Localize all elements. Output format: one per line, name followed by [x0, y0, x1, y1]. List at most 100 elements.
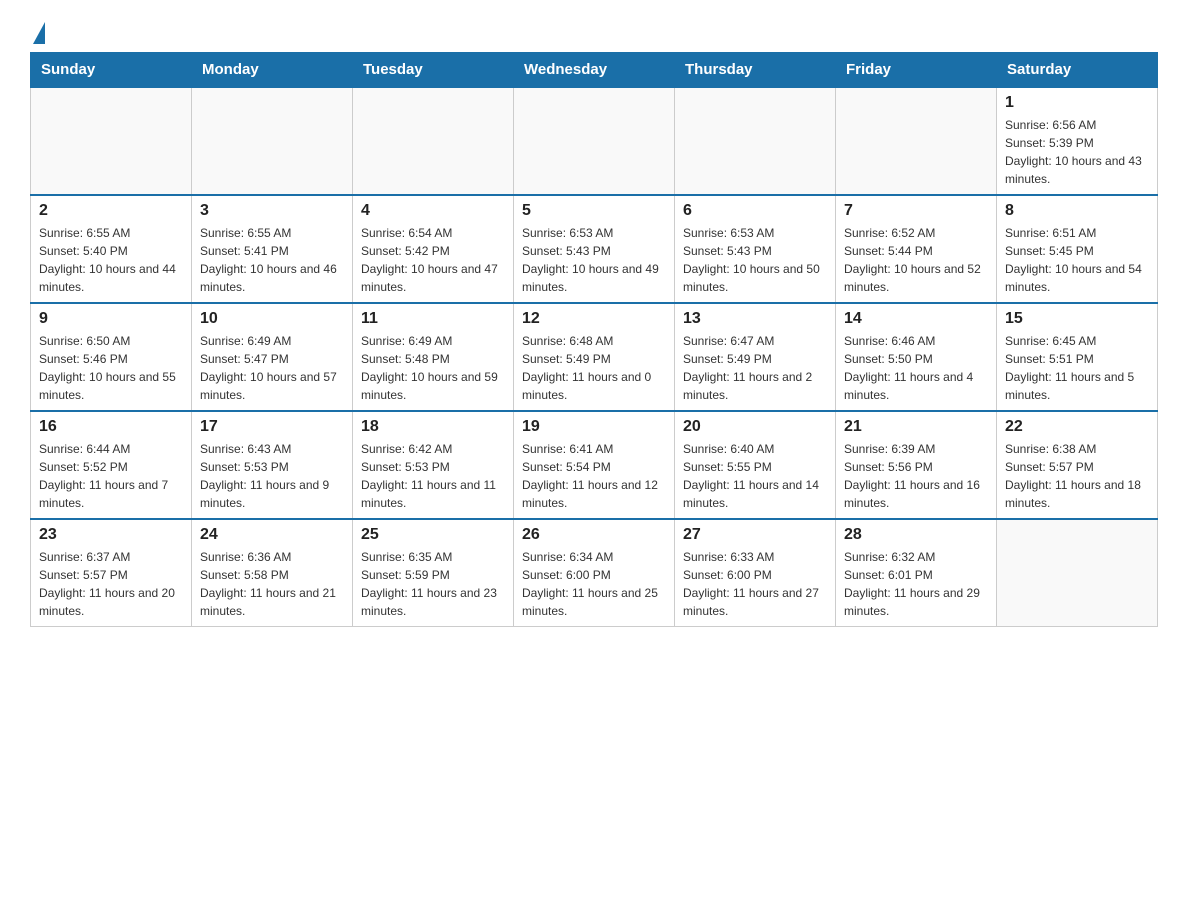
- calendar-cell: 21Sunrise: 6:39 AM Sunset: 5:56 PM Dayli…: [836, 411, 997, 519]
- day-info: Sunrise: 6:41 AM Sunset: 5:54 PM Dayligh…: [522, 440, 666, 512]
- day-info: Sunrise: 6:36 AM Sunset: 5:58 PM Dayligh…: [200, 548, 344, 620]
- day-number: 4: [361, 202, 505, 220]
- day-info: Sunrise: 6:35 AM Sunset: 5:59 PM Dayligh…: [361, 548, 505, 620]
- day-number: 22: [1005, 418, 1149, 436]
- calendar-cell: [836, 87, 997, 195]
- column-header-tuesday: Tuesday: [353, 53, 514, 88]
- calendar-cell: 27 Sunrise: 6:33 AM Sunset: 6:00 PM Dayli…: [675, 519, 836, 627]
- day-number: 1: [1005, 94, 1149, 112]
- calendar-cell: 23 Sunrise: 6:37 AM Sunset: 5:57 PM Dayli…: [31, 519, 192, 627]
- day-number: 9: [39, 310, 183, 328]
- calendar-cell: 5Sunrise: 6:53 AM Sunset: 5:43 PM Daylig…: [514, 195, 675, 303]
- calendar-cell: 10 Sunrise: 6:49 AM Sunset: 5:47 PM Dayli…: [192, 303, 353, 411]
- day-info: Sunrise: 6:32 AM Sunset: 6:01 PM Dayligh…: [844, 548, 988, 620]
- day-number: 12: [522, 310, 666, 328]
- day-info: Sunrise: 6:38 AM Sunset: 5:57 PM Dayligh…: [1005, 440, 1149, 512]
- day-info: Sunrise: 6:33 AM Sunset: 6:00 PM Dayligh…: [683, 548, 827, 620]
- day-number: 7: [844, 202, 988, 220]
- day-number: 15: [1005, 310, 1149, 328]
- day-info: Sunrise: 6:34 AM Sunset: 6:00 PM Dayligh…: [522, 548, 666, 620]
- day-info: Sunrise: 6:50 AM Sunset: 5:46 PM Dayligh…: [39, 332, 183, 404]
- calendar-cell: 8 Sunrise: 6:51 AM Sunset: 5:45 PM Daylig…: [997, 195, 1158, 303]
- day-number: 8: [1005, 202, 1149, 220]
- day-number: 27: [683, 526, 827, 544]
- day-number: 25: [361, 526, 505, 544]
- calendar-cell: 3 Sunrise: 6:55 AM Sunset: 5:41 PM Daylig…: [192, 195, 353, 303]
- week-row-5: 23 Sunrise: 6:37 AM Sunset: 5:57 PM Dayli…: [31, 519, 1158, 627]
- day-info: Sunrise: 6:53 AM Sunset: 5:43 PM Dayligh…: [522, 224, 666, 296]
- day-number: 21: [844, 418, 988, 436]
- calendar-cell: [31, 87, 192, 195]
- calendar-cell: 24 Sunrise: 6:36 AM Sunset: 5:58 PM Dayli…: [192, 519, 353, 627]
- week-row-1: 1 Sunrise: 6:56 AM Sunset: 5:39 PM Daylig…: [31, 87, 1158, 195]
- page-header: [30, 20, 1158, 42]
- calendar-cell: [997, 519, 1158, 627]
- week-row-3: 9 Sunrise: 6:50 AM Sunset: 5:46 PM Daylig…: [31, 303, 1158, 411]
- day-number: 18: [361, 418, 505, 436]
- calendar-cell: 28 Sunrise: 6:32 AM Sunset: 6:01 PM Dayli…: [836, 519, 997, 627]
- logo: [30, 20, 45, 42]
- day-info: Sunrise: 6:48 AM Sunset: 5:49 PM Dayligh…: [522, 332, 666, 404]
- day-number: 11: [361, 310, 505, 328]
- calendar-cell: 16 Sunrise: 6:44 AM Sunset: 5:52 PM Dayli…: [31, 411, 192, 519]
- calendar-cell: 13Sunrise: 6:47 AM Sunset: 5:49 PM Dayli…: [675, 303, 836, 411]
- calendar-cell: 2 Sunrise: 6:55 AM Sunset: 5:40 PM Daylig…: [31, 195, 192, 303]
- calendar-cell: 11 Sunrise: 6:49 AM Sunset: 5:48 PM Dayli…: [353, 303, 514, 411]
- calendar-table: SundayMondayTuesdayWednesdayThursdayFrid…: [30, 52, 1158, 627]
- day-info: Sunrise: 6:45 AM Sunset: 5:51 PM Dayligh…: [1005, 332, 1149, 404]
- calendar-cell: 17 Sunrise: 6:43 AM Sunset: 5:53 PM Dayli…: [192, 411, 353, 519]
- calendar-cell: [192, 87, 353, 195]
- day-number: 6: [683, 202, 827, 220]
- day-info: Sunrise: 6:49 AM Sunset: 5:48 PM Dayligh…: [361, 332, 505, 404]
- day-number: 28: [844, 526, 988, 544]
- calendar-cell: 7Sunrise: 6:52 AM Sunset: 5:44 PM Daylig…: [836, 195, 997, 303]
- day-info: Sunrise: 6:46 AM Sunset: 5:50 PM Dayligh…: [844, 332, 988, 404]
- column-header-saturday: Saturday: [997, 53, 1158, 88]
- column-header-friday: Friday: [836, 53, 997, 88]
- calendar-cell: 9 Sunrise: 6:50 AM Sunset: 5:46 PM Daylig…: [31, 303, 192, 411]
- day-number: 24: [200, 526, 344, 544]
- calendar-cell: 19 Sunrise: 6:41 AM Sunset: 5:54 PM Dayli…: [514, 411, 675, 519]
- calendar-cell: [514, 87, 675, 195]
- day-number: 19: [522, 418, 666, 436]
- column-header-sunday: Sunday: [31, 53, 192, 88]
- calendar-cell: 15 Sunrise: 6:45 AM Sunset: 5:51 PM Dayli…: [997, 303, 1158, 411]
- column-header-monday: Monday: [192, 53, 353, 88]
- day-number: 23: [39, 526, 183, 544]
- column-header-thursday: Thursday: [675, 53, 836, 88]
- calendar-cell: 12 Sunrise: 6:48 AM Sunset: 5:49 PM Dayli…: [514, 303, 675, 411]
- calendar-cell: [353, 87, 514, 195]
- day-info: Sunrise: 6:49 AM Sunset: 5:47 PM Dayligh…: [200, 332, 344, 404]
- day-info: Sunrise: 6:43 AM Sunset: 5:53 PM Dayligh…: [200, 440, 344, 512]
- day-info: Sunrise: 6:40 AM Sunset: 5:55 PM Dayligh…: [683, 440, 827, 512]
- day-info: Sunrise: 6:53 AM Sunset: 5:43 PM Dayligh…: [683, 224, 827, 296]
- week-row-2: 2 Sunrise: 6:55 AM Sunset: 5:40 PM Daylig…: [31, 195, 1158, 303]
- column-header-wednesday: Wednesday: [514, 53, 675, 88]
- day-info: Sunrise: 6:54 AM Sunset: 5:42 PM Dayligh…: [361, 224, 505, 296]
- day-info: Sunrise: 6:56 AM Sunset: 5:39 PM Dayligh…: [1005, 116, 1149, 188]
- week-row-4: 16 Sunrise: 6:44 AM Sunset: 5:52 PM Dayli…: [31, 411, 1158, 519]
- day-info: Sunrise: 6:44 AM Sunset: 5:52 PM Dayligh…: [39, 440, 183, 512]
- day-number: 10: [200, 310, 344, 328]
- day-number: 2: [39, 202, 183, 220]
- calendar-cell: 26 Sunrise: 6:34 AM Sunset: 6:00 PM Dayli…: [514, 519, 675, 627]
- calendar-cell: 6 Sunrise: 6:53 AM Sunset: 5:43 PM Daylig…: [675, 195, 836, 303]
- day-info: Sunrise: 6:55 AM Sunset: 5:40 PM Dayligh…: [39, 224, 183, 296]
- day-number: 3: [200, 202, 344, 220]
- day-number: 17: [200, 418, 344, 436]
- day-info: Sunrise: 6:37 AM Sunset: 5:57 PM Dayligh…: [39, 548, 183, 620]
- calendar-cell: 18Sunrise: 6:42 AM Sunset: 5:53 PM Dayli…: [353, 411, 514, 519]
- calendar-header-row: SundayMondayTuesdayWednesdayThursdayFrid…: [31, 53, 1158, 88]
- day-number: 26: [522, 526, 666, 544]
- calendar-cell: 14Sunrise: 6:46 AM Sunset: 5:50 PM Dayli…: [836, 303, 997, 411]
- logo-triangle-icon: [33, 22, 45, 44]
- calendar-cell: 20Sunrise: 6:40 AM Sunset: 5:55 PM Dayli…: [675, 411, 836, 519]
- day-info: Sunrise: 6:55 AM Sunset: 5:41 PM Dayligh…: [200, 224, 344, 296]
- calendar-cell: 25 Sunrise: 6:35 AM Sunset: 5:59 PM Dayli…: [353, 519, 514, 627]
- calendar-cell: 4 Sunrise: 6:54 AM Sunset: 5:42 PM Daylig…: [353, 195, 514, 303]
- calendar-cell: 1 Sunrise: 6:56 AM Sunset: 5:39 PM Daylig…: [997, 87, 1158, 195]
- day-number: 16: [39, 418, 183, 436]
- calendar-cell: [675, 87, 836, 195]
- day-info: Sunrise: 6:47 AM Sunset: 5:49 PM Dayligh…: [683, 332, 827, 404]
- day-info: Sunrise: 6:51 AM Sunset: 5:45 PM Dayligh…: [1005, 224, 1149, 296]
